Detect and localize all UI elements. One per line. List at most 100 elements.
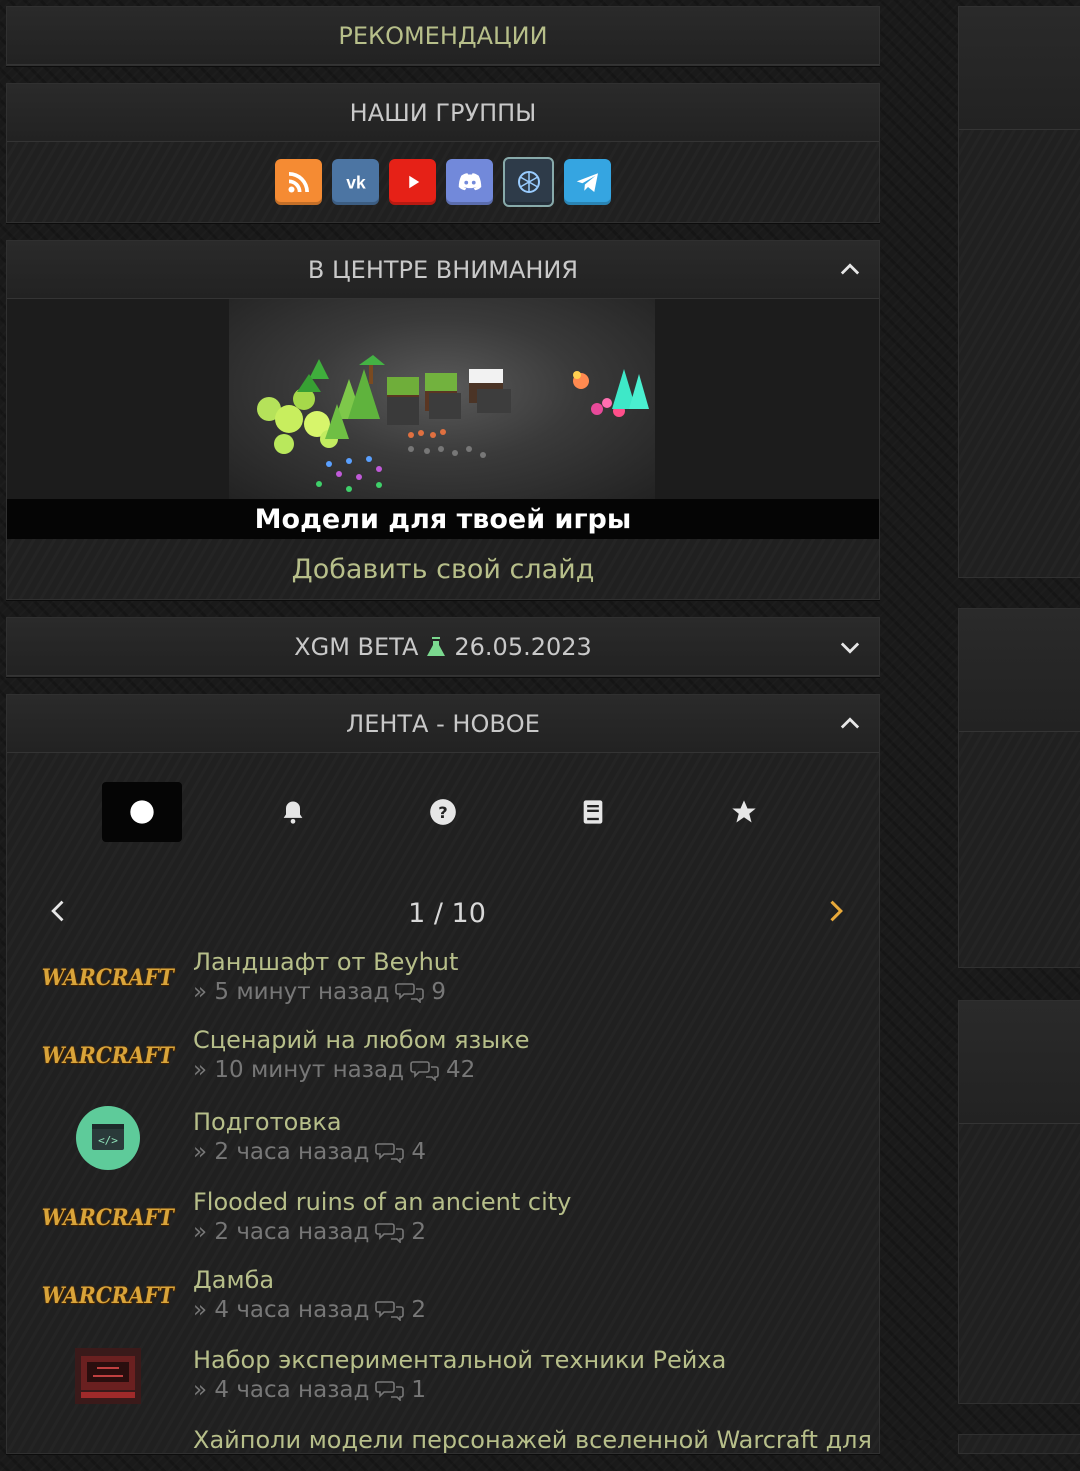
feed-tabs: ? [7,767,879,857]
comments-icon [375,1381,405,1401]
item-time: » 4 часа назад [193,1297,370,1323]
tab-favorites[interactable] [704,782,784,842]
question-icon: ? [430,799,456,825]
warcraft-logo: WARCRAFT [41,1043,175,1069]
feed-header[interactable]: ЛЕНТА - НОВОЕ [7,695,879,753]
youtube-icon[interactable] [389,159,436,205]
item-title[interactable]: Дамба [193,1265,426,1295]
star-icon [732,800,756,823]
next-page-icon[interactable] [821,897,849,929]
beta-date: 26.05.2023 [454,632,592,661]
feed-pager: 1 / 10 [7,883,879,943]
svg-text:vk: vk [346,172,366,192]
item-title[interactable]: Набор экспериментальной техники Рейха [193,1345,726,1375]
svg-text:?: ? [438,803,447,822]
chevron-up-icon[interactable] [835,255,865,285]
item-comments: 2 [411,1297,427,1323]
book-icon [584,800,603,824]
tab-questions[interactable]: ? [403,782,483,842]
item-time: » 2 часа назад [193,1219,370,1245]
comments-icon [395,983,425,1003]
groups-header: НАШИ ГРУППЫ [7,84,879,142]
discord-icon[interactable] [446,159,493,205]
chevron-up-icon[interactable] [835,709,865,739]
comments-icon [375,1143,405,1163]
warcraft-logo: WARCRAFT [41,1205,175,1231]
spotlight-header[interactable]: В ЦЕНТРЕ ВНИМАНИЯ [7,241,879,299]
feed-title: ЛЕНТА - НОВОЕ [346,709,540,738]
add-slide-label: Добавить свой слайд [291,553,595,585]
main-column: РЕКОМЕНДАЦИИ НАШИ ГРУППЫ vk В ЦЕНТРЕ ВНИ… [6,6,880,1471]
item-time: » 10 минут назад [193,1057,404,1083]
project-avatar [55,1341,161,1411]
rss-icon[interactable] [275,159,322,205]
list-item[interactable]: WARCRAFT Дамба » 4 часа назад 2 [7,1261,879,1341]
list-item[interactable]: WARCRAFT Flooded ruins of an ancient cit… [7,1183,879,1261]
list-item[interactable]: WARCRAFT Сценарий на любом языке » 10 ми… [7,1021,879,1103]
slide-image[interactable] [229,299,655,499]
item-title[interactable]: Хайполи модели персонажей вселенной Warc… [193,1425,879,1455]
item-meta: » 10 минут назад 42 [193,1055,530,1085]
item-comments: 4 [411,1139,427,1165]
beta-label: XGM BETA [294,632,419,661]
item-meta: » 2 часа назад 2 [193,1217,571,1247]
item-title[interactable]: Подготовка [193,1107,426,1137]
add-slide-link[interactable]: Добавить свой слайд [7,539,879,599]
item-title[interactable]: Flooded ruins of an ancient city [193,1187,571,1217]
recommendations-title: РЕКОМЕНДАЦИИ [338,21,548,50]
item-meta: » 4 часа назад 2 [193,1295,426,1325]
bell-icon [283,801,302,824]
slide-caption[interactable]: Модели для твоей игры [7,499,879,539]
flask-icon [424,634,448,660]
tab-notifications[interactable] [253,782,333,842]
item-meta: » 5 минут назад 9 [193,977,458,1007]
warcraft-logo: WARCRAFT [41,965,175,991]
spotlight-title: В ЦЕНТРЕ ВНИМАНИЯ [307,255,579,284]
comments-icon [375,1223,405,1243]
groups-title: НАШИ ГРУППЫ [349,98,537,127]
recommendations-panel: РЕКОМЕНДАЦИИ [6,6,880,66]
item-comments: 2 [411,1219,427,1245]
slide-caption-text: Модели для твоей игры [254,503,632,535]
tab-articles[interactable] [553,782,633,842]
item-comments: 42 [445,1057,476,1083]
social-links: vk [7,142,879,222]
item-meta: » 4 часа назад 1 [193,1375,726,1405]
code-icon: </> [55,1103,161,1173]
item-title[interactable]: Сценарий на любом языке [193,1025,530,1055]
all-icon [130,800,154,824]
list-item[interactable]: Набор экспериментальной техники Рейха » … [7,1341,879,1421]
right-panel-4 [958,1434,1080,1454]
svg-text:</>: </> [98,1134,118,1147]
spotlight-panel: В ЦЕНТРЕ ВНИМАНИЯ Модели для твоей игры … [6,240,880,600]
item-time: » 2 часа назад [193,1139,370,1165]
item-comments: 9 [431,979,446,1005]
warcraft-logo: WARCRAFT [55,1421,161,1461]
list-item[interactable]: WARCRAFT Хайполи модели персонажей вселе… [7,1421,879,1461]
right-panel-3 [958,1000,1080,1404]
prev-page-icon[interactable] [45,897,73,929]
comments-icon [410,1061,439,1081]
chevron-down-icon[interactable] [835,632,865,662]
item-time: » 5 минут назад [193,979,390,1005]
feed-panel: ЛЕНТА - НОВОЕ ? 1 / 10 WARCRAFT Ландшафт… [6,694,880,1454]
spotlight-slider[interactable]: Модели для твоей игры [7,299,879,539]
recommendations-header[interactable]: РЕКОМЕНДАЦИИ [7,7,879,65]
right-panel-2 [958,608,1080,968]
warcraft-logo: WARCRAFT [41,1283,175,1309]
groups-panel: НАШИ ГРУППЫ vk [6,83,880,223]
list-item[interactable]: WARCRAFT Ландшафт от Beyhut » 5 минут на… [7,943,879,1021]
vk-icon[interactable]: vk [332,159,379,205]
telegram-icon[interactable] [564,159,611,205]
beta-panel: XGM BETA 26.05.2023 [6,617,880,677]
item-title[interactable]: Ландшафт от Beyhut [193,947,458,977]
comments-icon [375,1301,405,1321]
item-time: » 4 часа назад [193,1377,370,1403]
xgm-icon[interactable] [503,157,554,207]
beta-header[interactable]: XGM BETA 26.05.2023 [7,618,879,676]
feed-list: WARCRAFT Ландшафт от Beyhut » 5 минут на… [7,943,879,1461]
item-comments: 1 [411,1377,427,1403]
tab-all[interactable] [102,782,183,842]
page-indicator: 1 / 10 [408,897,486,929]
list-item[interactable]: </> Подготовка » 2 часа назад 4 [7,1103,879,1183]
